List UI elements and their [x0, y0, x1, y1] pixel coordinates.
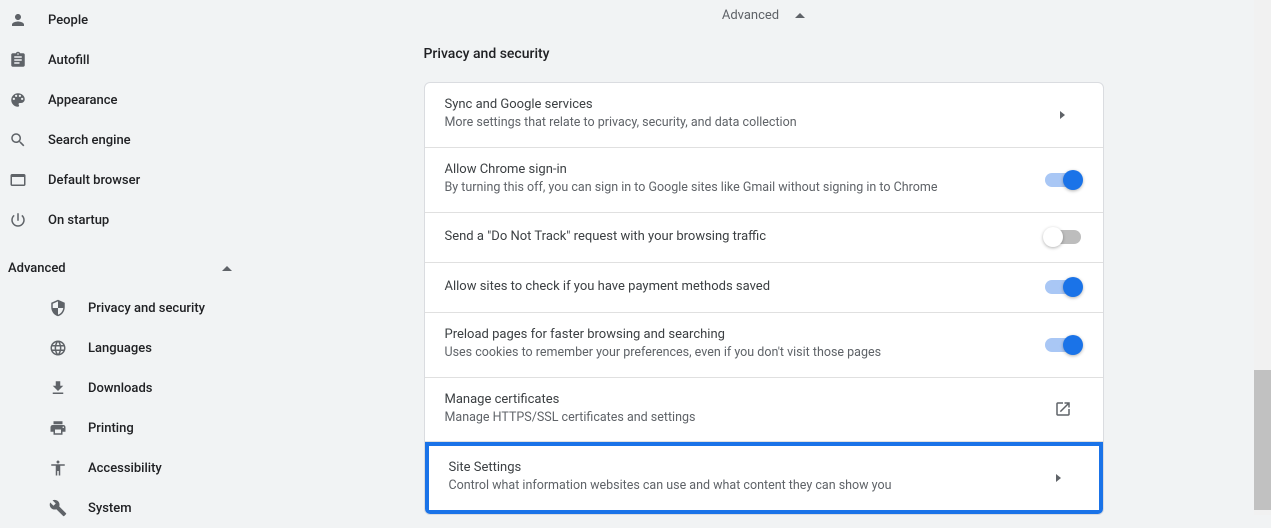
- browser-icon: [8, 170, 28, 190]
- download-icon: [48, 378, 68, 398]
- sidebar-item-printing[interactable]: Printing: [40, 408, 256, 448]
- external-link-icon: [1043, 400, 1083, 418]
- sidebar-item-appearance[interactable]: Appearance: [0, 80, 256, 120]
- sidebar-item-default-browser[interactable]: Default browser: [0, 160, 256, 200]
- sidebar: People Autofill Appearance Search engine…: [0, 0, 256, 515]
- chevron-right-icon: [1039, 474, 1079, 482]
- sidebar-item-on-startup[interactable]: On startup: [0, 200, 256, 240]
- row-subtitle: Uses cookies to remember your preference…: [445, 344, 1043, 363]
- person-icon: [8, 10, 28, 30]
- row-title: Allow sites to check if you have payment…: [445, 279, 1043, 294]
- print-icon: [48, 418, 68, 438]
- row-subtitle: More settings that relate to privacy, se…: [445, 114, 1043, 133]
- section-title: Privacy and security: [424, 30, 1104, 82]
- sidebar-item-label: System: [88, 501, 132, 516]
- row-sync-services[interactable]: Sync and Google services More settings t…: [425, 83, 1103, 148]
- sidebar-item-languages[interactable]: Languages: [40, 328, 256, 368]
- sidebar-item-label: Appearance: [48, 93, 117, 108]
- chevron-up-icon: [222, 266, 232, 271]
- row-do-not-track[interactable]: Send a "Do Not Track" request with your …: [425, 213, 1103, 263]
- row-subtitle: Manage HTTPS/SSL certificates and settin…: [445, 409, 1043, 428]
- chevron-right-icon: [1043, 111, 1083, 119]
- row-manage-certificates[interactable]: Manage certificates Manage HTTPS/SSL cer…: [425, 378, 1103, 443]
- toggle-do-not-track[interactable]: [1045, 230, 1081, 244]
- toggle-preload[interactable]: [1045, 338, 1081, 352]
- sidebar-item-label: People: [48, 13, 88, 28]
- scrollbar-track[interactable]: [1254, 0, 1271, 515]
- sidebar-section-label: Advanced: [8, 261, 66, 276]
- chevron-up-icon: [795, 13, 805, 18]
- shield-icon: [48, 298, 68, 318]
- row-title: Preload pages for faster browsing and se…: [445, 327, 1043, 342]
- sidebar-item-label: Downloads: [88, 381, 152, 396]
- sidebar-item-label: On startup: [48, 213, 109, 228]
- palette-icon: [8, 90, 28, 110]
- sidebar-item-accessibility[interactable]: Accessibility: [40, 448, 256, 488]
- sidebar-item-people[interactable]: People: [0, 0, 256, 40]
- sidebar-item-label: Autofill: [48, 53, 90, 68]
- sidebar-advanced-toggle[interactable]: Advanced: [0, 248, 256, 288]
- row-site-settings[interactable]: Site Settings Control what information w…: [425, 442, 1103, 514]
- row-subtitle: Control what information websites can us…: [449, 477, 1039, 496]
- sidebar-item-system[interactable]: System: [40, 488, 256, 528]
- toggle-payment-check[interactable]: [1045, 280, 1081, 294]
- scrollbar-thumb[interactable]: [1254, 370, 1271, 510]
- clipboard-icon: [8, 50, 28, 70]
- power-icon: [8, 210, 28, 230]
- main-content: Advanced Privacy and security Sync and G…: [256, 0, 1271, 515]
- row-preload-pages[interactable]: Preload pages for faster browsing and se…: [425, 313, 1103, 378]
- sidebar-item-label: Default browser: [48, 173, 140, 188]
- advanced-section-header[interactable]: Advanced: [256, 0, 1271, 30]
- row-title: Site Settings: [449, 460, 1039, 475]
- row-chrome-signin[interactable]: Allow Chrome sign-in By turning this off…: [425, 148, 1103, 213]
- row-title: Sync and Google services: [445, 97, 1043, 112]
- sidebar-item-label: Accessibility: [88, 461, 162, 476]
- search-icon: [8, 130, 28, 150]
- sidebar-item-search-engine[interactable]: Search engine: [0, 120, 256, 160]
- sidebar-item-privacy[interactable]: Privacy and security: [40, 288, 256, 328]
- sidebar-item-autofill[interactable]: Autofill: [0, 40, 256, 80]
- sidebar-item-label: Languages: [88, 341, 152, 356]
- settings-card: Sync and Google services More settings t…: [424, 82, 1104, 515]
- accessibility-icon: [48, 458, 68, 478]
- row-subtitle: By turning this off, you can sign in to …: [445, 179, 1043, 198]
- row-title: Manage certificates: [445, 392, 1043, 407]
- sidebar-item-downloads[interactable]: Downloads: [40, 368, 256, 408]
- row-title: Send a "Do Not Track" request with your …: [445, 229, 1043, 244]
- globe-icon: [48, 338, 68, 358]
- sidebar-item-label: Printing: [88, 421, 134, 436]
- toggle-chrome-signin[interactable]: [1045, 173, 1081, 187]
- sidebar-item-label: Search engine: [48, 133, 131, 148]
- wrench-icon: [48, 498, 68, 518]
- advanced-header-label: Advanced: [722, 8, 779, 23]
- row-payment-check[interactable]: Allow sites to check if you have payment…: [425, 263, 1103, 313]
- row-title: Allow Chrome sign-in: [445, 162, 1043, 177]
- sidebar-item-label: Privacy and security: [88, 301, 205, 316]
